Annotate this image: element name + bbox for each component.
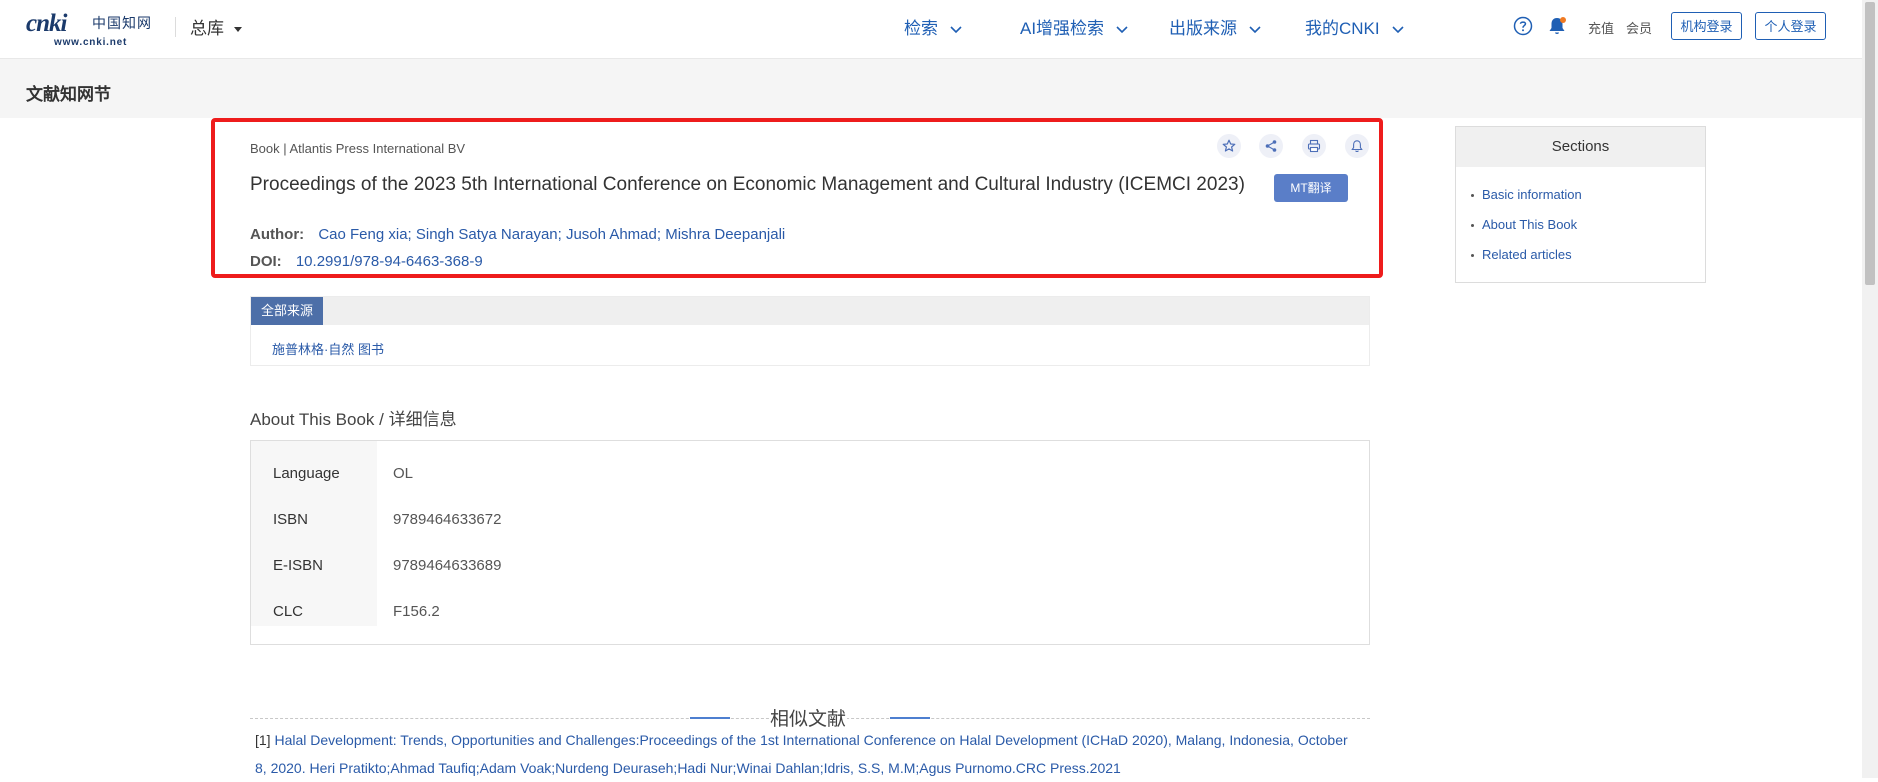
- logo-wordmark: cnki: [26, 10, 67, 37]
- doi-link[interactable]: 10.2991/978-94-6463-368-9: [296, 253, 483, 270]
- document-type-line: Book | Atlantis Press International BV: [250, 141, 466, 156]
- author-links[interactable]: Cao Feng xia; Singh Satya Narayan; Jusoh…: [318, 226, 785, 243]
- chevron-down-icon: [1116, 25, 1128, 33]
- doi-line: DOI: 10.2991/978-94-6463-368-9: [250, 253, 483, 270]
- share-icon: [1265, 140, 1277, 152]
- similar-item-link[interactable]: Halal Development: Trends, Opportunities…: [255, 732, 1348, 776]
- library-dropdown[interactable]: 总库: [190, 14, 242, 39]
- detail-label-eisbn: E-ISBN: [273, 557, 324, 574]
- section-link-about-this-book[interactable]: About This Book: [1470, 217, 1577, 232]
- print-icon: [1307, 139, 1321, 153]
- detail-label-clc: CLC: [273, 603, 304, 620]
- sections-heading: Sections: [1456, 127, 1705, 167]
- chevron-down-icon: [1249, 25, 1261, 33]
- notification-bell-icon[interactable]: [1546, 15, 1568, 37]
- notify-bell-icon: [1351, 140, 1363, 153]
- cnki-logo[interactable]: cnki 中国知网 www.cnki.net: [26, 10, 154, 48]
- sections-sidebar: Sections Basic information About This Bo…: [1455, 126, 1706, 283]
- breadcrumb-band: 文献知网节: [0, 59, 1862, 118]
- nav-search-label: 检索: [904, 19, 938, 38]
- nav-publication-source[interactable]: 出版来源: [1169, 14, 1261, 39]
- detail-label-isbn: ISBN: [273, 511, 309, 528]
- top-navigation-bar: cnki 中国知网 www.cnki.net 总库 检索 AI增强检索 出版来源…: [0, 0, 1862, 59]
- nav-my-cnki-label: 我的CNKI: [1305, 19, 1380, 38]
- institution-login-button[interactable]: 机构登录: [1671, 12, 1742, 40]
- share-button[interactable]: [1259, 134, 1283, 158]
- sources-panel: 全部来源 施普林格·自然 图书: [250, 296, 1370, 366]
- detail-value-eisbn: 9789464633689: [393, 557, 502, 574]
- document-title: Proceedings of the 2023 5th Internationa…: [250, 174, 1245, 195]
- personal-login-button[interactable]: 个人登录: [1755, 12, 1826, 40]
- author-label: Author:: [250, 226, 305, 243]
- help-icon[interactable]: [1513, 16, 1533, 36]
- notify-button[interactable]: [1345, 134, 1369, 158]
- scrollbar-thumb[interactable]: [1865, 2, 1875, 285]
- favorite-star-icon: [1222, 139, 1236, 152]
- source-item[interactable]: 施普林格·自然 图书: [272, 339, 384, 358]
- mt-translate-button[interactable]: MT翻译: [1274, 174, 1348, 202]
- detail-label-language: Language: [273, 465, 340, 482]
- nav-publication-source-label: 出版来源: [1169, 19, 1237, 38]
- caret-down-icon: [234, 27, 242, 33]
- section-link-basic-information[interactable]: Basic information: [1471, 187, 1582, 202]
- nav-my-cnki[interactable]: 我的CNKI: [1305, 14, 1404, 39]
- tab-all-sources[interactable]: 全部来源: [251, 297, 324, 325]
- nav-ai-search-label: AI增强检索: [1020, 19, 1105, 38]
- detail-value-clc: F156.2: [393, 603, 440, 620]
- detail-value-language: OL: [393, 465, 414, 482]
- author-line: Author: Cao Feng xia; Singh Satya Naraya…: [250, 226, 785, 243]
- library-label: 总库: [190, 19, 224, 38]
- print-button[interactable]: [1302, 134, 1326, 158]
- section-link-related-articles[interactable]: Related articles: [1471, 247, 1572, 262]
- chevron-down-icon: [950, 25, 962, 33]
- about-book-heading: About This Book / 详细信息: [250, 410, 457, 429]
- logo-url: www.cnki.net: [54, 37, 128, 48]
- nav-search[interactable]: 检索: [904, 14, 962, 39]
- page-section-title: 文献知网节: [26, 85, 111, 104]
- similar-item-index: [1]: [255, 732, 271, 748]
- chevron-down-icon: [1392, 25, 1404, 33]
- member-link[interactable]: 会员: [1626, 18, 1652, 37]
- detail-value-isbn: 9789464633672: [393, 511, 502, 528]
- sources-tab-bar: 全部来源: [251, 297, 1369, 325]
- similar-item[interactable]: [1] Halal Development: Trends, Opportuni…: [255, 726, 1355, 782]
- nav-ai-search[interactable]: AI增强检索: [1020, 14, 1128, 39]
- favorite-button[interactable]: [1217, 134, 1241, 158]
- page-scrollbar[interactable]: [1862, 0, 1878, 778]
- similar-accent-right: [890, 717, 930, 719]
- similar-accent-left: [690, 717, 730, 719]
- logo-chinese: 中国知网: [92, 16, 152, 32]
- doi-label: DOI:: [250, 253, 282, 270]
- header-divider: [175, 17, 176, 37]
- book-details-table: Language OL ISBN 9789464633672 E-ISBN 97…: [250, 440, 1370, 645]
- recharge-link[interactable]: 充值: [1588, 18, 1614, 37]
